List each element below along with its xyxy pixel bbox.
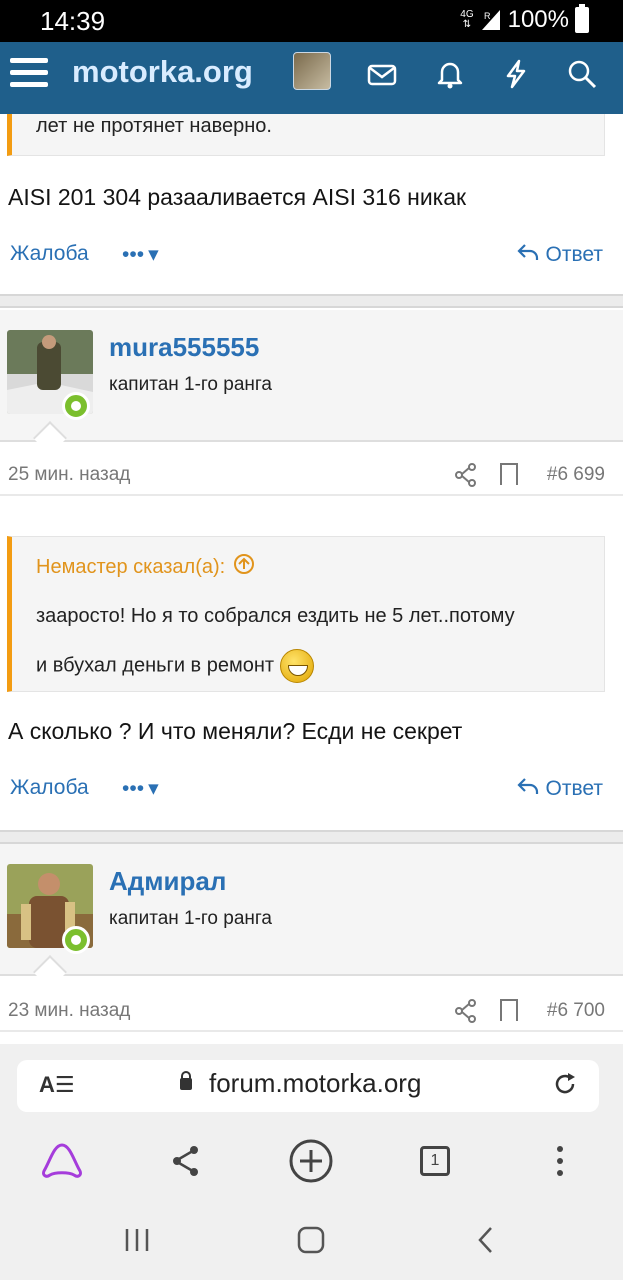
pointer-notch	[33, 421, 67, 455]
share-icon[interactable]	[455, 463, 477, 487]
post-number[interactable]: #6 700	[547, 1000, 605, 1022]
svg-text:R: R	[484, 11, 491, 21]
more-menu-button[interactable]: ••• ▾	[122, 242, 159, 267]
home-icon[interactable]	[291, 1220, 331, 1260]
tabs-count: 1	[420, 1146, 450, 1176]
add-tab-icon[interactable]	[287, 1137, 335, 1185]
system-nav-bar	[0, 1194, 623, 1280]
more-vertical-icon[interactable]	[536, 1137, 584, 1185]
quote-block: лет не протянет наверно.	[7, 114, 605, 156]
reply-button[interactable]: Ответ	[516, 776, 603, 802]
post-actions: Жалоба ••• ▾ Ответ	[0, 234, 623, 274]
post-time[interactable]: 23 мин. назад	[8, 1000, 130, 1022]
reader-mode-icon[interactable]: A☰	[39, 1072, 75, 1098]
online-status-icon	[62, 926, 90, 954]
forum-header: motorka.org	[0, 42, 623, 114]
tabs-count-button[interactable]: 1	[411, 1137, 459, 1185]
post-actions: Жалоба ••• ▾ Ответ	[0, 768, 623, 808]
reply-icon	[516, 242, 540, 268]
share-icon[interactable]	[455, 999, 477, 1023]
chevron-down-icon: ▾	[148, 777, 159, 800]
user-rank: капитан 1-го ранга	[109, 908, 272, 929]
lock-icon[interactable]	[180, 1071, 192, 1090]
status-right: 4G ⇅ R 100%	[460, 4, 589, 34]
url-text[interactable]: forum.motorka.org	[209, 1068, 421, 1099]
user-avatar[interactable]	[293, 52, 331, 90]
more-menu-button[interactable]: ••• ▾	[122, 776, 159, 801]
reply-button[interactable]: Ответ	[516, 242, 603, 268]
online-status-icon	[62, 392, 90, 420]
status-time: 14:39	[40, 6, 106, 36]
menu-icon[interactable]	[10, 58, 48, 94]
share-icon[interactable]	[162, 1137, 210, 1185]
quote-block: Немастер сказал(а): заaросто! Но я то со…	[7, 536, 605, 692]
quote-text-line1: заaросто! Но я то собрался ездить не 5 л…	[36, 605, 515, 627]
recent-apps-icon[interactable]	[117, 1220, 157, 1260]
post-body: AISI 201 304 разааливается AISI 316 ника…	[8, 184, 467, 210]
post-body: А сколько ? И что меняли? Есди не секрет	[8, 718, 463, 744]
battery-icon	[575, 4, 589, 33]
envelope-icon[interactable]	[366, 58, 398, 90]
arrow-up-circle-icon[interactable]	[233, 553, 255, 581]
search-icon[interactable]	[566, 58, 598, 90]
reply-icon	[516, 776, 540, 802]
complain-link[interactable]: Жалоба	[10, 242, 89, 266]
battery-percent: 100%	[507, 6, 569, 33]
alice-assistant-icon[interactable]	[38, 1137, 86, 1185]
bookmark-icon[interactable]	[500, 999, 518, 1021]
user-rank: капитан 1-го ранга	[109, 374, 272, 395]
status-bar: 14:39 4G ⇅ R 100%	[0, 0, 623, 42]
reload-icon[interactable]	[552, 1071, 578, 1104]
post-meta: 23 мин. назад #6 700	[0, 990, 623, 1032]
user-info: Адмирал капитан 1-го ранга	[0, 844, 623, 989]
complain-link[interactable]: Жалоба	[10, 776, 89, 800]
lightning-icon[interactable]	[500, 58, 532, 90]
user-info: mura555555 капитан 1-го ранга	[0, 310, 623, 455]
post-time[interactable]: 25 мин. назад	[8, 464, 130, 486]
quote-text: лет не протянет наверно.	[36, 115, 272, 137]
browser-address-bar: A☰ forum.motorka.org	[0, 1044, 623, 1130]
quote-author[interactable]: Немастер сказал(а):	[36, 553, 255, 581]
chevron-down-icon: ▾	[148, 243, 159, 266]
network-icon: 4G ⇅	[460, 9, 474, 30]
thread-content: лет не протянет наверно. AISI 201 304 ра…	[0, 114, 623, 1044]
username[interactable]: Адмирал	[109, 866, 226, 897]
site-logo[interactable]: motorka.org	[72, 54, 253, 90]
post-divider	[0, 294, 623, 308]
post-divider	[0, 830, 623, 844]
browser-toolbar: 1	[0, 1130, 623, 1194]
grin-smiley-icon	[279, 649, 314, 683]
back-icon[interactable]	[466, 1220, 506, 1260]
username[interactable]: mura555555	[109, 332, 259, 363]
pointer-notch	[33, 955, 67, 989]
bell-icon[interactable]	[434, 58, 466, 90]
bookmark-icon[interactable]	[500, 463, 518, 485]
quote-text-line2: и вбухал деньги в ремонт	[36, 649, 314, 683]
post-number[interactable]: #6 699	[547, 464, 605, 486]
signal-icon: R	[480, 8, 502, 32]
post-meta: 25 мин. назад #6 699	[0, 454, 623, 496]
